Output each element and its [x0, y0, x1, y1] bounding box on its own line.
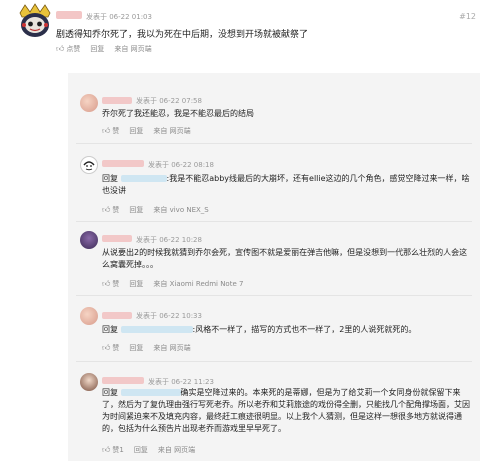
- post-text: 剧透得知乔尔死了，我以为死在中后期，没想到开场就被献祭了: [56, 30, 309, 40]
- comment-thread: 发表于 06-22 01:03 #12 剧透得知乔尔死了，我以为死在中后期，没想…: [0, 0, 500, 463]
- reply-actions: 👍︎ 赞1 回复 来自 网页端: [102, 445, 195, 455]
- post-meta: 发表于 06-22 01:03: [86, 13, 152, 21]
- reply-button[interactable]: 回复: [129, 126, 143, 136]
- thumbs-up-icon: 👍︎: [102, 343, 111, 352]
- avatar[interactable]: [80, 231, 98, 249]
- like-button[interactable]: 👍︎ 赞: [102, 343, 119, 353]
- source-label: 来自 vivo NEX_S: [153, 206, 209, 214]
- username-blurred[interactable]: [102, 97, 132, 104]
- like-label: 赞: [112, 344, 120, 352]
- thumbs-up-icon: 👍︎: [102, 445, 111, 454]
- like-button[interactable]: 👍︎ 赞: [102, 279, 119, 289]
- reply-prefix: 回复: [102, 388, 118, 397]
- reply-button[interactable]: 回复: [129, 343, 143, 353]
- floor-number: #12: [459, 12, 476, 21]
- divider: [76, 143, 472, 144]
- divider: [76, 221, 472, 222]
- reply-meta: 发表于 06-22 11:23: [148, 378, 214, 386]
- reply-prefix: 回复: [102, 325, 118, 334]
- username-blurred[interactable]: [56, 11, 82, 19]
- reply-button[interactable]: 回复: [129, 205, 143, 215]
- username-blurred[interactable]: [102, 160, 144, 167]
- reply-text: 回复 :我是不能忍abby线最后的大崩坏，还有ellie这边的几个角色，感觉空降…: [102, 173, 470, 197]
- source-label: 来自 Xiaomi Redmi Note 7: [153, 280, 244, 288]
- username-blurred[interactable]: [102, 377, 144, 384]
- reply-body: :风格不一样了，描写的方式也不一样了，2里的人说死就死的。: [192, 325, 417, 334]
- reply-button[interactable]: 回复: [129, 279, 143, 289]
- like-label: 点赞: [66, 45, 81, 53]
- thumbs-up-icon: 👍︎: [56, 44, 65, 53]
- username-blurred[interactable]: [102, 312, 132, 319]
- reply-button[interactable]: 回复: [134, 445, 148, 455]
- like-button[interactable]: 👍︎ 赞: [102, 126, 119, 136]
- thumbs-up-icon: 👍︎: [102, 279, 111, 288]
- avatar[interactable]: [80, 307, 98, 325]
- avatar[interactable]: [80, 373, 98, 391]
- reply-button[interactable]: 回复: [90, 44, 104, 54]
- reply-meta: 发表于 06-22 10:28: [136, 236, 202, 244]
- reply-actions: 👍︎ 赞 回复 来自 网页端: [102, 126, 191, 136]
- username-blurred[interactable]: [102, 235, 132, 242]
- reply-meta: 发表于 06-22 07:58: [136, 97, 202, 105]
- reply-prefix: 回复: [102, 174, 118, 183]
- like-button[interactable]: 👍︎ 赞1: [102, 445, 124, 455]
- mention-blurred[interactable]: [120, 175, 167, 182]
- reply-meta: 发表于 06-22 10:33: [136, 312, 202, 320]
- like-button[interactable]: 👍︎ 点赞: [56, 44, 80, 54]
- avatar[interactable]: [18, 3, 52, 39]
- like-button[interactable]: 👍︎ 赞: [102, 205, 119, 215]
- thumbs-up-icon: 👍︎: [102, 126, 111, 135]
- source-label: 来自 网页端: [153, 344, 191, 352]
- reply-text: 乔尔死了我还能忍，我是不能忍最后的结局: [102, 109, 254, 118]
- reply-text: 回复 确实是空降过来的。本来死的是蒂娜，但是为了给艾莉一个女同身份就保留下来了，…: [102, 387, 470, 435]
- replies-panel: 发表于 06-22 07:58 乔尔死了我还能忍，我是不能忍最后的结局 👍︎ 赞 …: [68, 73, 480, 461]
- avatar[interactable]: [80, 156, 98, 174]
- like-label: 赞: [112, 206, 120, 214]
- thumbs-up-icon: 👍︎: [102, 205, 111, 214]
- reply-text: 回复 :风格不一样了，描写的方式也不一样了，2里的人说死就死的。: [102, 324, 470, 336]
- reply-meta: 发表于 06-22 08:18: [148, 161, 214, 169]
- like-label: 赞1: [112, 446, 124, 454]
- mention-blurred[interactable]: [120, 389, 181, 396]
- like-label: 赞: [112, 280, 120, 288]
- divider: [76, 361, 472, 362]
- avatar[interactable]: [80, 94, 98, 112]
- like-label: 赞: [112, 127, 120, 135]
- reply-actions: 👍︎ 赞 回复 来自 网页端: [102, 343, 191, 353]
- divider: [76, 295, 472, 296]
- mention-blurred[interactable]: [120, 326, 193, 333]
- reply-text: 从说要出2的时候我就猜到乔尔会死，宣传图不就是爱丽在弹吉他嘛，但是没想到一代那么…: [102, 248, 468, 269]
- avatar-face-icon: [83, 161, 95, 171]
- source-label: 来自 网页端: [114, 45, 152, 53]
- source-label: 来自 网页端: [153, 127, 191, 135]
- reply-actions: 👍︎ 赞 回复 来自 vivo NEX_S: [102, 205, 209, 215]
- source-label: 来自 网页端: [157, 446, 196, 454]
- post-actions: 👍︎ 点赞 回复 来自 网页端: [56, 44, 152, 54]
- reply-actions: 👍︎ 赞 回复 来自 Xiaomi Redmi Note 7: [102, 279, 243, 289]
- avatar-cartoon-icon: [19, 3, 51, 37]
